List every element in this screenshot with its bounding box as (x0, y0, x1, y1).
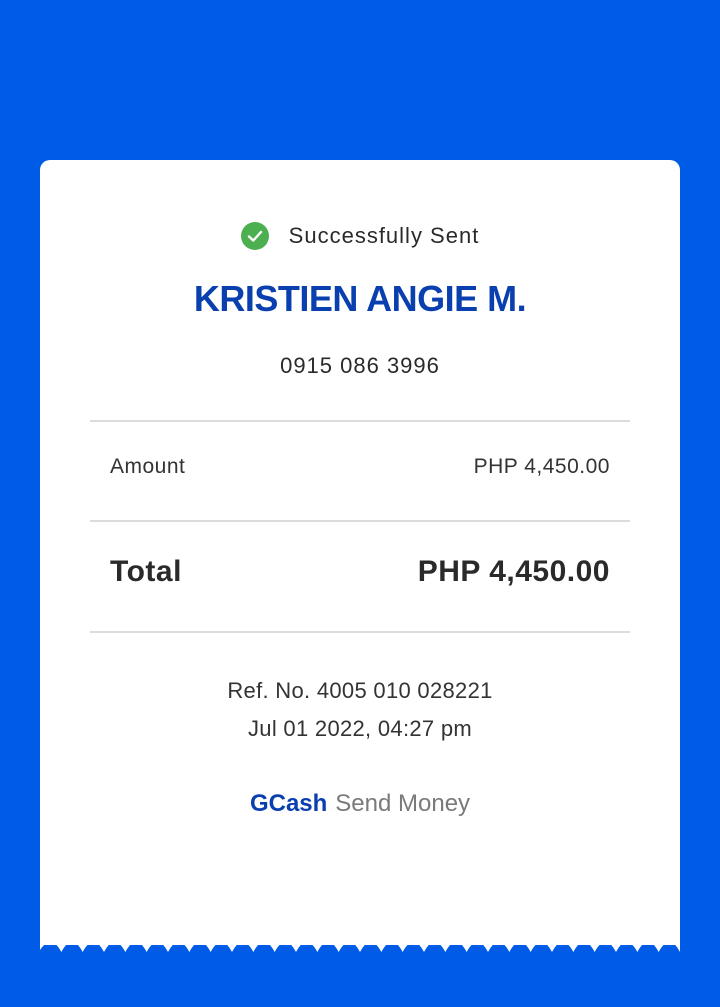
reference-number: Ref. No. 4005 010 028221 (227, 678, 493, 703)
status-row: Successfully Sent (40, 222, 680, 250)
receipt-card: Successfully Sent KRISTIEN ANGIE M. 0915… (40, 160, 680, 945)
total-value: PHP 4,450.00 (417, 555, 610, 588)
status-text: Successfully Sent (288, 223, 480, 248)
amount-label: Amount (110, 455, 186, 478)
divider (90, 631, 630, 633)
brand-logo: GCash (249, 790, 328, 817)
recipient-name: KRISTIEN ANGIE M. (193, 278, 527, 319)
receipt-torn-edge (40, 940, 680, 952)
amount-row: Amount PHP 4,450.00 (110, 452, 610, 482)
total-row: Total PHP 4,450.00 (110, 551, 610, 593)
service-name: Send Money (335, 790, 471, 817)
reference-block: Ref. No. 4005 010 028221 Jul 01 2022, 04… (40, 672, 680, 748)
total-label: Total (110, 555, 182, 588)
amount-value: PHP 4,450.00 (473, 455, 610, 478)
transaction-datetime: Jul 01 2022, 04:27 pm (247, 716, 472, 741)
recipient-phone: 0915 086 3996 (280, 353, 440, 378)
check-circle-icon (240, 222, 269, 250)
divider (90, 420, 630, 422)
divider (90, 520, 630, 522)
brand-row: GCash Send Money (40, 790, 680, 818)
